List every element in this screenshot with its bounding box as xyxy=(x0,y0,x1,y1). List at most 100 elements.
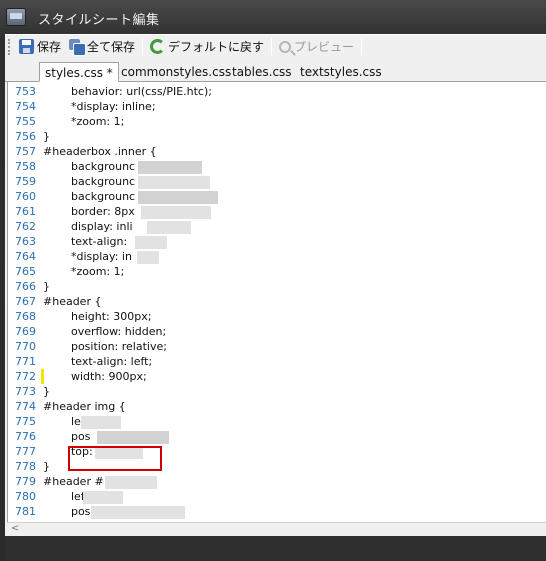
line-number: 779 xyxy=(15,475,36,488)
scroll-left-arrow-icon[interactable]: < xyxy=(11,523,19,534)
code-line: pos xyxy=(43,505,91,518)
code-line: height: 300px; xyxy=(43,310,152,323)
line-number: 753 xyxy=(15,85,36,98)
toolbar: 保存 全て保存 デフォルトに戻す プレビュー xyxy=(5,34,546,58)
line-number: 769 xyxy=(15,325,36,338)
redacted-region xyxy=(105,476,157,489)
line-number: 759 xyxy=(15,175,36,188)
line-number: 755 xyxy=(15,115,36,128)
toolbar-separator xyxy=(361,38,363,55)
code-line: border: 8px xyxy=(43,205,135,218)
code-line: backgrounc xyxy=(43,175,136,188)
code-line: text-align: left; xyxy=(43,355,153,368)
redacted-region xyxy=(135,236,167,249)
line-number: 771 xyxy=(15,355,36,368)
code-line: } xyxy=(43,130,50,143)
code-line: *display: inline; xyxy=(43,100,156,113)
app-icon xyxy=(6,8,26,26)
line-number: 756 xyxy=(15,130,36,143)
line-number: 765 xyxy=(15,265,36,278)
code-line: behavior: url(css/PIE.htc); xyxy=(43,85,212,98)
redacted-region xyxy=(137,251,159,264)
save-icon xyxy=(19,39,34,54)
toolbar-separator xyxy=(142,38,144,55)
line-number: 758 xyxy=(15,160,36,173)
line-number: 757 xyxy=(15,145,36,158)
line-number: 768 xyxy=(15,310,36,323)
redacted-region xyxy=(141,206,211,219)
tab-tables-css[interactable]: tables.css xyxy=(232,62,292,82)
line-number: 770 xyxy=(15,340,36,353)
line-number: 778 xyxy=(15,460,36,473)
reset-icon xyxy=(150,39,166,54)
editor-panel: styles.css * commonstyles.css tables.css… xyxy=(5,58,546,536)
line-number: 774 xyxy=(15,400,36,413)
code-line: backgrounc xyxy=(43,190,136,203)
code-editor[interactable]: 753 754 755 756 757 758 759 760 761 762 … xyxy=(7,82,546,522)
code-line: text-align: xyxy=(43,235,128,248)
save-all-icon xyxy=(69,39,87,56)
horizontal-scrollbar[interactable]: < xyxy=(7,522,546,536)
reset-default-label: デフォルトに戻す xyxy=(168,40,265,54)
code-line: #header # xyxy=(43,475,104,488)
tab-styles-css[interactable]: styles.css * xyxy=(39,62,119,82)
code-line: display: inli xyxy=(43,220,133,233)
save-all-label: 全て保存 xyxy=(87,40,136,54)
reset-default-button[interactable]: デフォルトに戻す xyxy=(146,37,268,57)
code-line: *display: in xyxy=(43,250,132,263)
redacted-region xyxy=(138,161,202,174)
tab-textstyles-css[interactable]: textstyles.css xyxy=(300,62,382,82)
code-line: *zoom: 1; xyxy=(43,115,125,128)
line-number-gutter: 753 754 755 756 757 758 759 760 761 762 … xyxy=(8,82,40,522)
toolbar-grip[interactable] xyxy=(8,38,12,55)
redacted-region xyxy=(138,191,218,204)
title-bar: スタイルシート編集 xyxy=(0,0,546,34)
line-number: 761 xyxy=(15,205,36,218)
toolbar-separator xyxy=(271,38,273,55)
preview-label: プレビュー xyxy=(294,40,355,54)
code-line: position: relative; xyxy=(43,340,167,353)
code-line: #headerbox .inner { xyxy=(43,145,157,158)
line-number: 760 xyxy=(15,190,36,203)
redacted-region xyxy=(91,506,185,519)
code-line: width: 900px; xyxy=(43,370,147,383)
code-line: #header img { xyxy=(43,400,126,413)
code-line: backgrounc xyxy=(43,160,136,173)
line-number: 767 xyxy=(15,295,36,308)
line-number: 763 xyxy=(15,235,36,248)
code-line: *zoom: 1; xyxy=(43,265,125,278)
line-number: 754 xyxy=(15,100,36,113)
code-line: pos xyxy=(43,430,91,443)
line-number: 781 xyxy=(15,505,36,518)
preview-button[interactable]: プレビュー xyxy=(275,37,358,57)
code-line: #header { xyxy=(43,295,102,308)
redacted-region xyxy=(81,416,121,429)
file-tabs: styles.css * commonstyles.css tables.css… xyxy=(5,58,546,82)
line-number: 777 xyxy=(15,445,36,458)
save-button[interactable]: 保存 xyxy=(15,37,65,57)
redacted-region xyxy=(147,221,191,234)
line-number: 772 xyxy=(15,370,36,383)
code-line: } xyxy=(43,385,50,398)
line-number: 773 xyxy=(15,385,36,398)
code-line: overflow: hidden; xyxy=(43,325,167,338)
line-number: 775 xyxy=(15,415,36,428)
redacted-region xyxy=(83,491,123,504)
save-all-button[interactable]: 全て保存 xyxy=(65,37,139,57)
line-number: 776 xyxy=(15,430,36,443)
highlight-annotation-box xyxy=(68,446,162,471)
code-line: } xyxy=(43,460,50,473)
magnifier-icon xyxy=(279,40,292,53)
window-title: スタイルシート編集 xyxy=(38,13,160,28)
line-number: 766 xyxy=(15,280,36,293)
save-label: 保存 xyxy=(37,40,62,54)
line-number: 762 xyxy=(15,220,36,233)
status-strip xyxy=(5,536,546,561)
line-number: 780 xyxy=(15,490,36,503)
redacted-region xyxy=(138,176,210,189)
tab-commonstyles-css[interactable]: commonstyles.css xyxy=(121,62,231,82)
redacted-region xyxy=(97,431,169,444)
line-number: 764 xyxy=(15,250,36,263)
stylesheet-editor-window: スタイルシート編集 保存 全て保存 デフォルトに戻す プレビュー styles.… xyxy=(0,0,546,561)
code-line: } xyxy=(43,280,50,293)
